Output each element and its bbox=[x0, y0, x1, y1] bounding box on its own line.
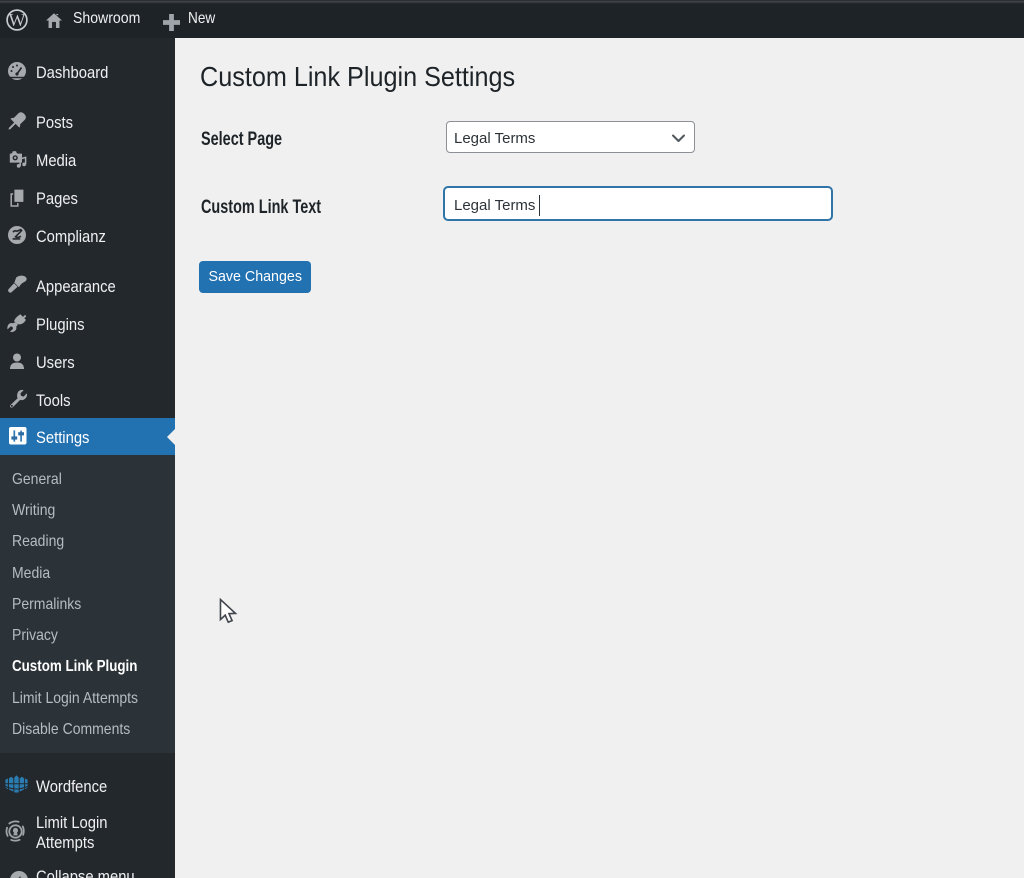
svg-text:W: W bbox=[9, 10, 26, 30]
